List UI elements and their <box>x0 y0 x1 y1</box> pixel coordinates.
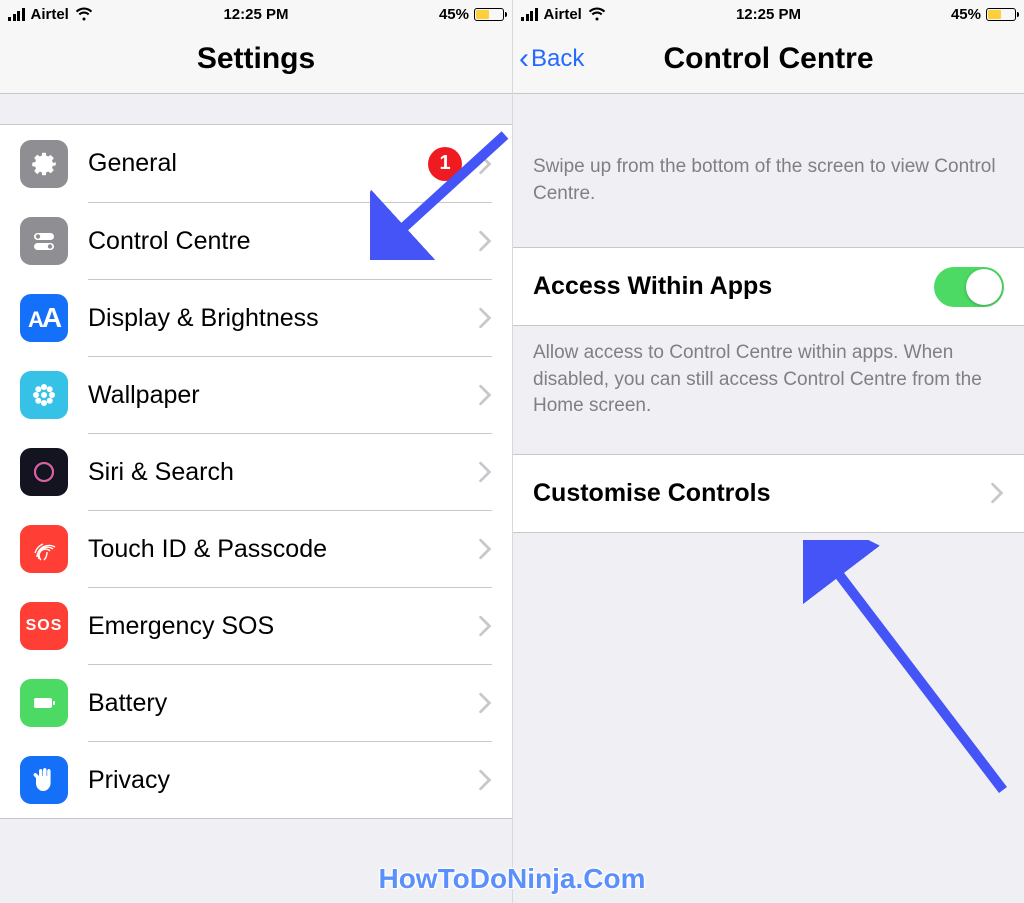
cell-label: Emergency SOS <box>88 612 470 641</box>
back-label: Back <box>531 45 584 73</box>
battery-icon <box>986 8 1016 21</box>
settings-list: General 1 Control Centre AA <box>0 124 512 819</box>
chevron-right-icon <box>478 307 492 329</box>
watermark: HowToDoNinja.Com <box>0 863 1024 895</box>
settings-row-touch-id[interactable]: Touch ID & Passcode <box>0 510 512 587</box>
cell-label: Customise Controls <box>533 479 982 508</box>
settings-row-wallpaper[interactable]: Wallpaper <box>0 356 512 433</box>
cell-label: Privacy <box>88 766 470 795</box>
chevron-left-icon: ‹ <box>519 44 529 74</box>
battery-icon <box>474 8 504 21</box>
chevron-right-icon <box>478 230 492 252</box>
spacer <box>0 94 512 124</box>
control-centre-screen: Airtel 12:25 PM 45% ‹ Back Control Centr… <box>512 0 1024 903</box>
nav-bar: ‹ Back Control Centre <box>513 24 1024 94</box>
letters-icon: AA <box>20 294 68 342</box>
fingerprint-icon <box>20 525 68 573</box>
chevron-right-icon <box>478 615 492 637</box>
cell-label: Battery <box>88 689 470 718</box>
chevron-right-icon <box>478 692 492 714</box>
clock: 12:25 PM <box>0 6 512 23</box>
customise-group: Customise Controls <box>513 454 1024 533</box>
settings-row-privacy[interactable]: Privacy <box>0 741 512 818</box>
status-bar: Airtel 12:25 PM 45% <box>0 0 512 24</box>
group-hint-top: Swipe up from the bottom of the screen t… <box>513 94 1024 247</box>
settings-row-siri[interactable]: Siri & Search <box>0 433 512 510</box>
hand-icon <box>20 756 68 804</box>
page-title: Control Centre <box>664 42 874 76</box>
siri-icon <box>20 448 68 496</box>
cell-label: Access Within Apps <box>533 272 934 301</box>
chevron-right-icon <box>478 769 492 791</box>
chevron-right-icon <box>478 384 492 406</box>
settings-screen: Airtel 12:25 PM 45% Settings General 1 <box>0 0 512 903</box>
chevron-right-icon <box>990 482 1004 504</box>
back-button[interactable]: ‹ Back <box>519 24 584 93</box>
notification-badge: 1 <box>428 147 462 181</box>
settings-row-emergency-sos[interactable]: SOS Emergency SOS <box>0 587 512 664</box>
chevron-right-icon <box>478 461 492 483</box>
settings-row-display[interactable]: AA Display & Brightness <box>0 279 512 356</box>
access-toggle[interactable] <box>934 267 1004 307</box>
access-group: Access Within Apps <box>513 247 1024 326</box>
cell-label: Wallpaper <box>88 381 470 410</box>
settings-row-general[interactable]: General 1 <box>0 125 512 202</box>
clock: 12:25 PM <box>513 6 1024 23</box>
toggles-icon <box>20 217 68 265</box>
access-within-apps-row[interactable]: Access Within Apps <box>513 248 1024 325</box>
cell-label: Display & Brightness <box>88 304 470 333</box>
chevron-right-icon <box>478 153 492 175</box>
sos-icon: SOS <box>20 602 68 650</box>
nav-bar: Settings <box>0 24 512 94</box>
chevron-right-icon <box>478 538 492 560</box>
status-bar: Airtel 12:25 PM 45% <box>513 0 1024 24</box>
cell-label: Touch ID & Passcode <box>88 535 470 564</box>
page-title: Settings <box>197 42 315 76</box>
annotation-arrow-right <box>803 540 1013 800</box>
settings-row-battery[interactable]: Battery <box>0 664 512 741</box>
customise-controls-row[interactable]: Customise Controls <box>513 455 1024 532</box>
settings-row-control-centre[interactable]: Control Centre <box>0 202 512 279</box>
cell-label: Siri & Search <box>88 458 470 487</box>
battery-icon <box>20 679 68 727</box>
cell-label: General <box>88 149 428 178</box>
gear-icon <box>20 140 68 188</box>
flower-icon <box>20 371 68 419</box>
group-hint-access: Allow access to Control Centre within ap… <box>513 326 1024 434</box>
cell-label: Control Centre <box>88 227 470 256</box>
